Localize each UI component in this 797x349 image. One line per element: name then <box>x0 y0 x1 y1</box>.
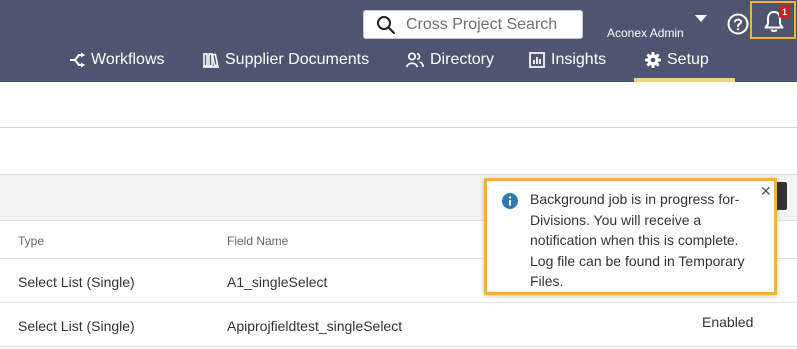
nav-setup[interactable]: Setup <box>645 50 709 70</box>
column-header-field-name[interactable]: Field Name <box>227 234 288 248</box>
type-cell: Select List (Single) <box>18 318 135 334</box>
status-cell: Enabled <box>702 314 754 330</box>
nav-label: Insights <box>551 51 607 68</box>
top-header: Aconex Admin 1 Workflows Supplier Docume… <box>0 0 797 82</box>
cross-project-search[interactable] <box>363 10 583 39</box>
workflows-icon <box>70 52 85 68</box>
info-icon <box>502 193 518 209</box>
nav-workflows[interactable]: Workflows <box>69 50 165 70</box>
search-icon <box>377 15 396 34</box>
notifications-button[interactable]: 1 <box>750 1 796 39</box>
user-name[interactable]: Aconex Admin <box>607 26 684 40</box>
nav-label: Setup <box>667 51 709 68</box>
notification-badge: 1 <box>779 6 790 18</box>
type-cell: Select List (Single) <box>18 274 135 290</box>
directory-icon <box>406 52 424 68</box>
nav-label: Workflows <box>91 51 165 68</box>
supplier-documents-icon <box>203 53 219 68</box>
active-tab-indicator <box>634 78 735 82</box>
field-name-cell: Apiprojfieldtest_singleSelect <box>227 318 403 334</box>
help-icon[interactable] <box>727 13 749 35</box>
field-name-cell: A1_singleSelect <box>227 274 328 290</box>
row-divider <box>0 346 797 347</box>
search-input[interactable] <box>406 15 576 34</box>
nav-label: Supplier Documents <box>225 51 370 68</box>
nav-label: Directory <box>430 51 495 68</box>
column-header-type[interactable]: Type <box>18 234 44 248</box>
nav-directory[interactable]: Directory <box>406 50 494 70</box>
chevron-down-icon[interactable] <box>695 15 707 23</box>
gear-icon <box>645 52 661 68</box>
nav-insights[interactable]: Insights <box>529 50 606 70</box>
row-divider <box>0 302 797 303</box>
insights-icon <box>529 52 545 68</box>
divider <box>0 127 797 128</box>
nav-supplier-documents[interactable]: Supplier Documents <box>203 50 369 70</box>
notification-message: Background job is in progress for-Divisi… <box>530 191 745 289</box>
notification-toast: Background job is in progress for-Divisi… <box>484 178 777 295</box>
close-icon[interactable]: ✕ <box>760 184 772 198</box>
